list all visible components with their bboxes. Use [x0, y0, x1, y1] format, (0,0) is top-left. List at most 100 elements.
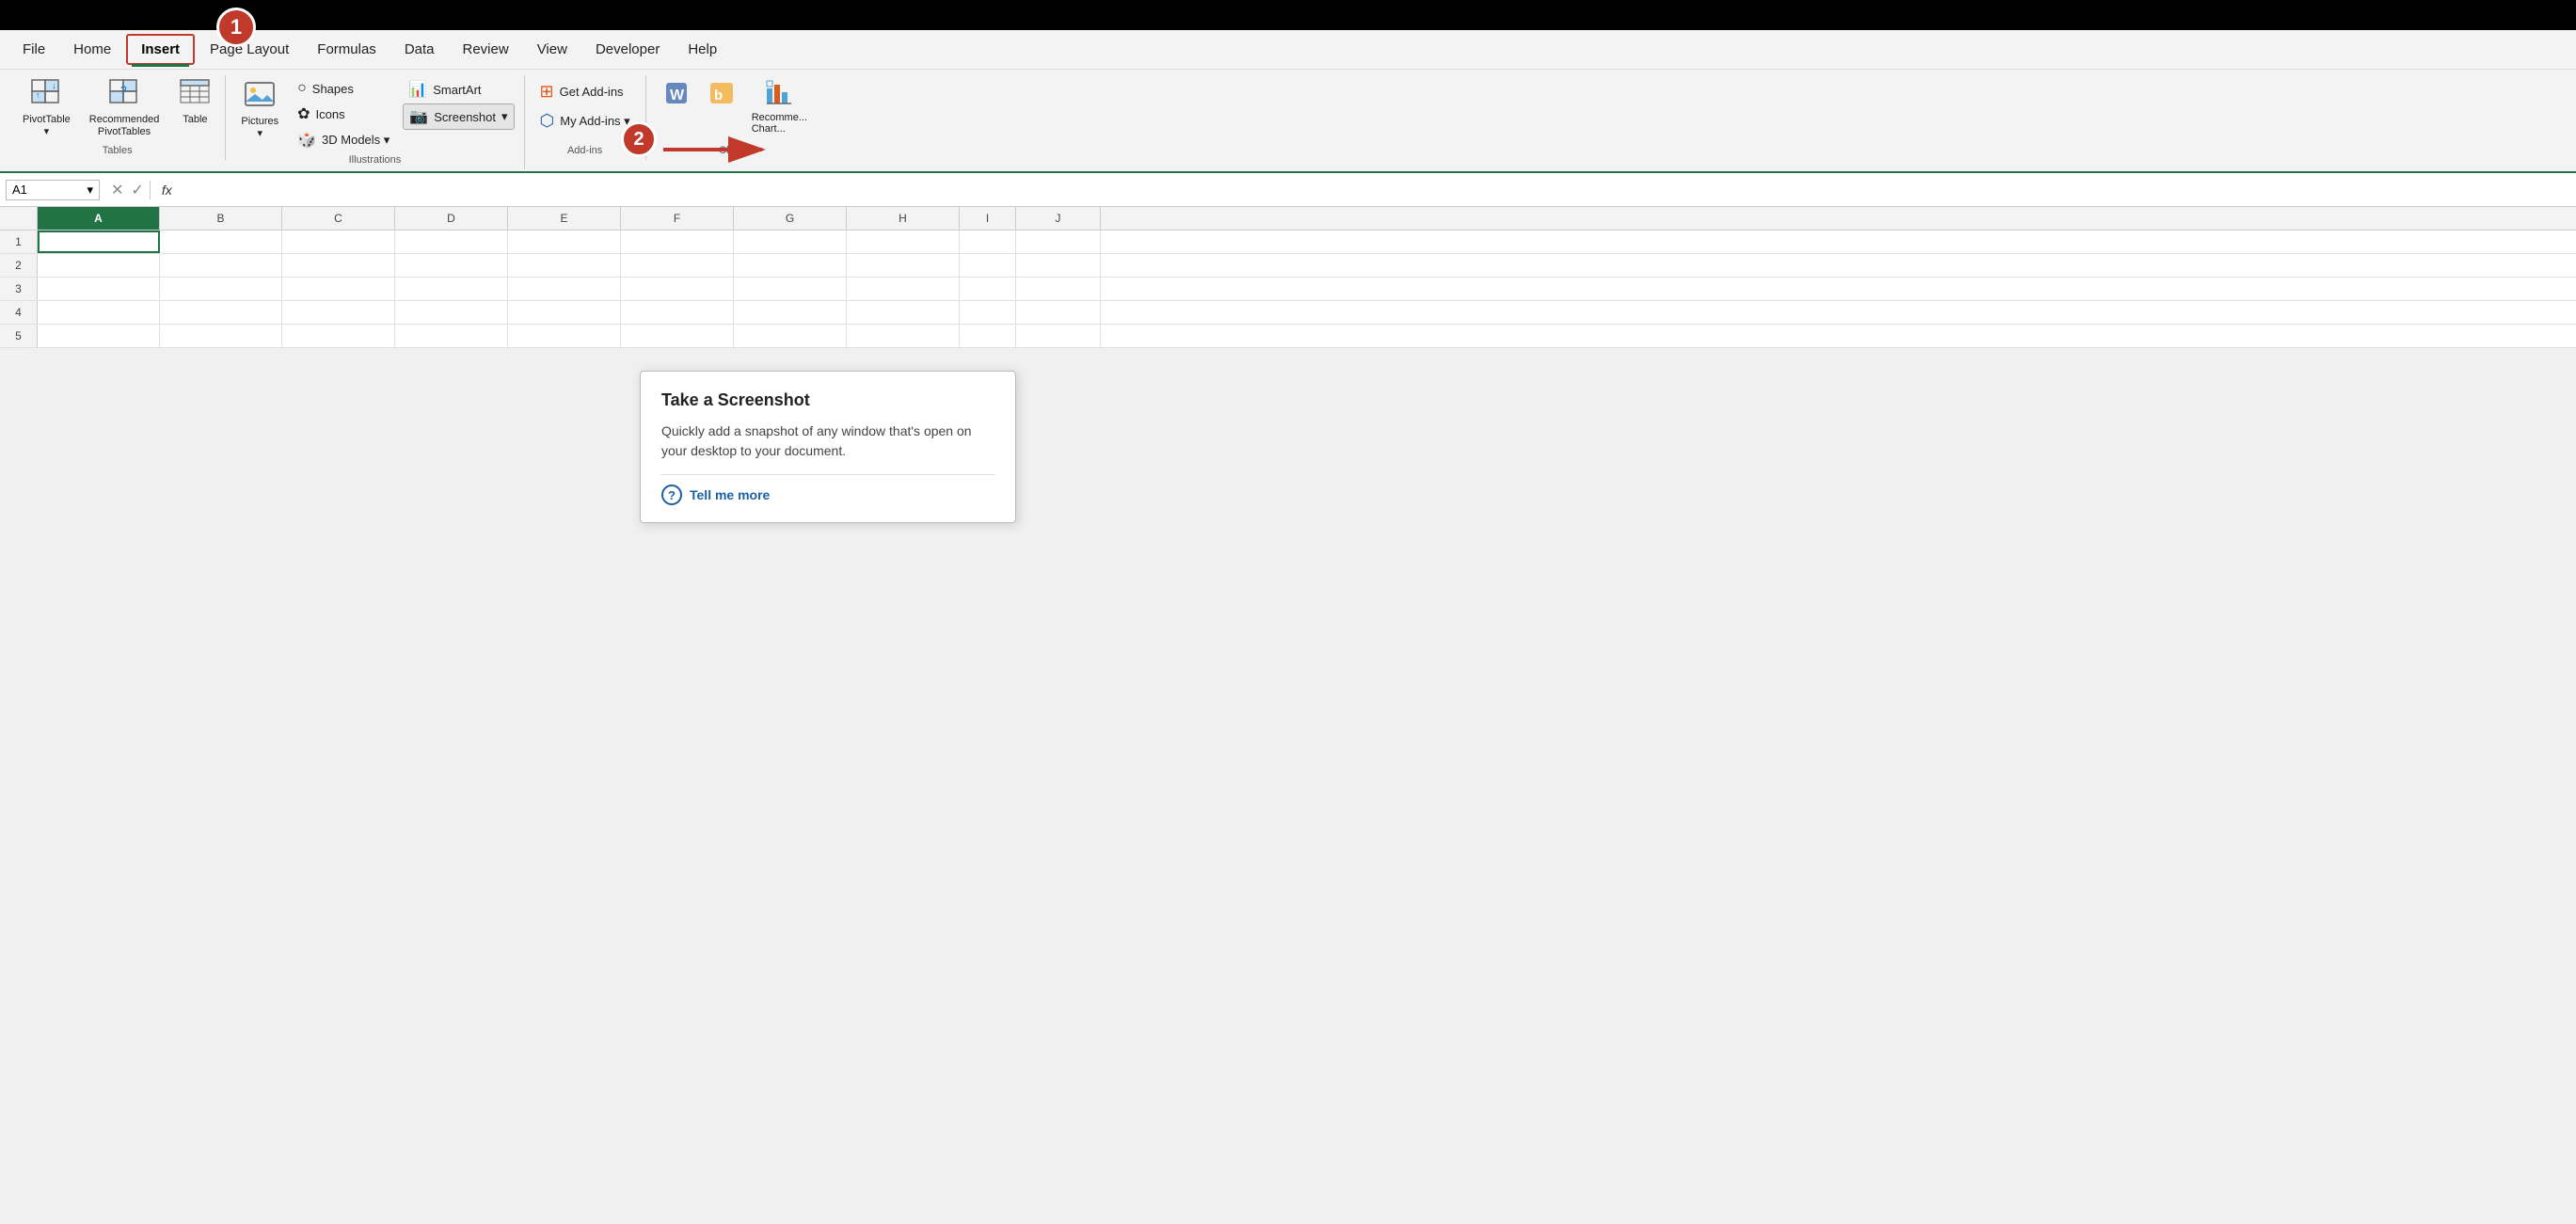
- tooltip-link[interactable]: ? Tell me more: [661, 485, 994, 505]
- cell-E5[interactable]: [508, 325, 621, 347]
- cell-F3[interactable]: [621, 278, 734, 300]
- table-button[interactable]: Table: [170, 75, 219, 130]
- menu-help[interactable]: Help: [675, 36, 730, 63]
- col-header-J[interactable]: J: [1016, 207, 1101, 230]
- table-label: Table: [183, 114, 207, 126]
- col-header-D[interactable]: D: [395, 207, 508, 230]
- illustrations-right-col: ○ Shapes ✿ Icons 🎲 3D Models ▾: [292, 75, 395, 152]
- cell-J5[interactable]: [1016, 325, 1101, 347]
- menu-developer[interactable]: Developer: [582, 36, 673, 63]
- menu-review[interactable]: Review: [450, 36, 522, 63]
- cell-J3[interactable]: [1016, 278, 1101, 300]
- recommended-charts-icon: [765, 79, 793, 112]
- 3d-models-button[interactable]: 🎲 3D Models ▾: [292, 128, 395, 152]
- cell-F4[interactable]: [621, 301, 734, 324]
- col-header-G[interactable]: G: [734, 207, 847, 230]
- cell-G3[interactable]: [734, 278, 847, 300]
- cell-B3[interactable]: [160, 278, 282, 300]
- table-icon: [180, 79, 210, 112]
- screenshot-button[interactable]: 📷 Screenshot ▾: [403, 103, 514, 130]
- icons-button[interactable]: ✿ Icons: [292, 102, 395, 126]
- cell-F5[interactable]: [621, 325, 734, 347]
- row-num-4: 4: [0, 301, 38, 324]
- smartart-button[interactable]: 📊 SmartArt: [403, 77, 514, 102]
- cell-H1[interactable]: [847, 230, 960, 253]
- pivot-table-button[interactable]: ↑ ↓ PivotTable▾: [15, 75, 78, 142]
- table-row: 3: [0, 278, 2576, 301]
- row-num-3: 3: [0, 278, 38, 300]
- cell-C2[interactable]: [282, 254, 395, 277]
- cell-D2[interactable]: [395, 254, 508, 277]
- cell-C5[interactable]: [282, 325, 395, 347]
- cell-F2[interactable]: [621, 254, 734, 277]
- cell-F1[interactable]: [621, 230, 734, 253]
- cell-H5[interactable]: [847, 325, 960, 347]
- cell-D5[interactable]: [395, 325, 508, 347]
- cell-I3[interactable]: [960, 278, 1016, 300]
- col-header-E[interactable]: E: [508, 207, 621, 230]
- recommended-charts-button[interactable]: Recomme...Chart...: [746, 75, 813, 138]
- cell-C3[interactable]: [282, 278, 395, 300]
- cell-E3[interactable]: [508, 278, 621, 300]
- cell-I2[interactable]: [960, 254, 1016, 277]
- cell-J2[interactable]: [1016, 254, 1101, 277]
- menu-home[interactable]: Home: [60, 36, 124, 63]
- cell-D3[interactable]: [395, 278, 508, 300]
- col-header-C[interactable]: C: [282, 207, 395, 230]
- cell-I4[interactable]: [960, 301, 1016, 324]
- cell-I1[interactable]: [960, 230, 1016, 253]
- col-header-I[interactable]: I: [960, 207, 1016, 230]
- cell-H3[interactable]: [847, 278, 960, 300]
- office-word-button[interactable]: W: [656, 75, 697, 118]
- cell-J1[interactable]: [1016, 230, 1101, 253]
- bing-button[interactable]: b: [701, 75, 742, 118]
- col-header-A[interactable]: A: [38, 207, 160, 230]
- cell-I5[interactable]: [960, 325, 1016, 347]
- col-header-B[interactable]: B: [160, 207, 282, 230]
- cell-A1[interactable]: [38, 230, 160, 253]
- cell-H4[interactable]: [847, 301, 960, 324]
- cell-C4[interactable]: [282, 301, 395, 324]
- cell-H2[interactable]: [847, 254, 960, 277]
- cell-C1[interactable]: [282, 230, 395, 253]
- table-row: 5: [0, 325, 2576, 348]
- confirm-icon[interactable]: ✓: [131, 181, 143, 199]
- cell-E1[interactable]: [508, 230, 621, 253]
- menu-formulas[interactable]: Formulas: [304, 36, 390, 63]
- col-header-H[interactable]: H: [847, 207, 960, 230]
- cell-G1[interactable]: [734, 230, 847, 253]
- menu-data[interactable]: Data: [391, 36, 448, 63]
- cell-A5[interactable]: [38, 325, 160, 347]
- cell-D1[interactable]: [395, 230, 508, 253]
- table-row: 4: [0, 301, 2576, 325]
- cell-A4[interactable]: [38, 301, 160, 324]
- cell-G4[interactable]: [734, 301, 847, 324]
- col-header-F[interactable]: F: [621, 207, 734, 230]
- pictures-icon: [244, 79, 276, 116]
- cell-D4[interactable]: [395, 301, 508, 324]
- cell-G2[interactable]: [734, 254, 847, 277]
- cell-E2[interactable]: [508, 254, 621, 277]
- my-addins-button[interactable]: ⬡ My Add-ins ▾: [534, 108, 636, 134]
- cancel-icon[interactable]: ✕: [111, 181, 123, 199]
- get-addins-button[interactable]: ⊞ Get Add-ins: [534, 79, 636, 104]
- shapes-button[interactable]: ○ Shapes: [292, 77, 395, 100]
- cell-J4[interactable]: [1016, 301, 1101, 324]
- cell-B2[interactable]: [160, 254, 282, 277]
- cell-E4[interactable]: [508, 301, 621, 324]
- cell-A3[interactable]: [38, 278, 160, 300]
- name-box[interactable]: A1 ▾: [6, 180, 100, 200]
- cell-B1[interactable]: [160, 230, 282, 253]
- bing-icon: b: [708, 79, 735, 114]
- cell-G5[interactable]: [734, 325, 847, 347]
- recommended-pivottables-button[interactable]: ? RecommendedPivotTables: [82, 75, 167, 142]
- screenshot-icon: 📷: [409, 107, 428, 126]
- cell-B5[interactable]: [160, 325, 282, 347]
- pictures-button[interactable]: Pictures▾: [235, 75, 284, 143]
- tables-buttons: ↑ ↓ PivotTable▾ ?: [15, 75, 219, 143]
- menu-insert[interactable]: Insert: [126, 34, 195, 65]
- menu-file[interactable]: File: [9, 36, 58, 63]
- cell-B4[interactable]: [160, 301, 282, 324]
- menu-view[interactable]: View: [524, 36, 580, 63]
- cell-A2[interactable]: [38, 254, 160, 277]
